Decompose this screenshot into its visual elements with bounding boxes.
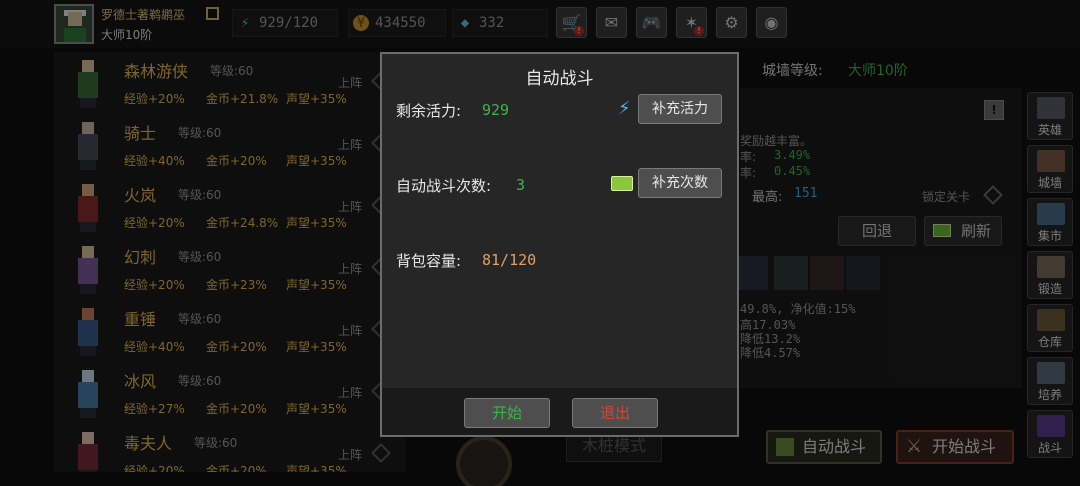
refill-count-button[interactable]: 补充次数 — [638, 168, 722, 198]
bag-capacity-label: 背包容量: — [396, 252, 462, 270]
battle-ticket-icon — [611, 176, 633, 191]
dialog-title: 自动战斗 — [525, 69, 594, 89]
bag-capacity-value: 81/120 — [482, 251, 537, 269]
remaining-energy-label: 剩余活力: — [396, 102, 462, 120]
energy-bolt-icon: ⚡ — [618, 98, 631, 119]
auto-battle-dialog: 自动战斗 剩余活力: 929 ⚡ 补充活力 自动战斗次数: 3 补充次数 背包容… — [380, 52, 739, 437]
refill-energy-button[interactable]: 补充活力 — [638, 94, 722, 124]
exit-button[interactable]: 退出 — [572, 398, 658, 428]
start-button[interactable]: 开始 — [464, 398, 550, 428]
auto-battle-count-label: 自动战斗次数: — [396, 177, 492, 195]
remaining-energy-value: 929 — [482, 101, 510, 119]
dialog-footer: 开始 退出 — [382, 388, 737, 435]
auto-battle-count-value: 3 — [516, 176, 526, 194]
